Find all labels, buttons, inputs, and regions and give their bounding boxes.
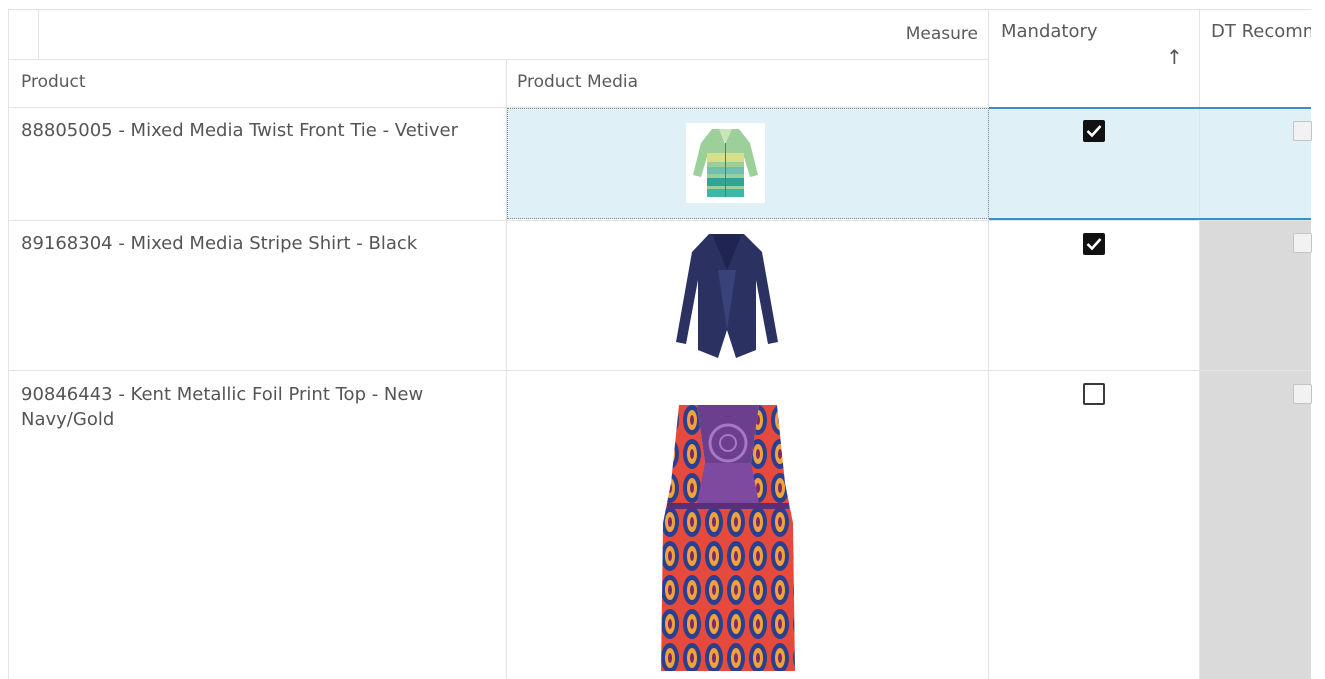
sort-ascending-icon[interactable]: ↑: [1166, 45, 1183, 69]
mandatory-checkbox[interactable]: [1083, 233, 1105, 255]
selected-row-top-border: [989, 107, 1311, 109]
column-header-dt-recommended-clip: DT Recomm: [1200, 10, 1311, 50]
mandatory-checkbox[interactable]: [1083, 383, 1105, 405]
column-header-dt-recommended[interactable]: DT Recomm: [1211, 21, 1311, 42]
right-edge-strip: [1311, 0, 1325, 679]
measure-header-label: Measure: [905, 24, 978, 44]
product-cell: 88805005 - Mixed Media Twist Front Tie -…: [21, 120, 458, 141]
column-header-product[interactable]: Product: [21, 72, 86, 92]
product-cell: 89168304 - Mixed Media Stripe Shirt - Bl…: [21, 233, 418, 254]
dt-recommended-checkbox: [1293, 384, 1312, 404]
product-image-patterned-tank[interactable]: [659, 403, 797, 675]
product-image-green-cardigan[interactable]: [686, 123, 765, 203]
product-cell-line-2: Navy/Gold: [21, 409, 115, 430]
disabled-column-background: [1200, 220, 1311, 679]
dt-recommended-checkbox: [1293, 121, 1312, 141]
column-header-mandatory[interactable]: Mandatory: [1001, 21, 1098, 42]
column-header-product-media[interactable]: Product Media: [517, 72, 638, 92]
selected-row-bottom-border: [989, 218, 1311, 220]
dt-recommended-checkbox: [1293, 233, 1312, 253]
mandatory-checkbox[interactable]: [1083, 120, 1105, 142]
product-cell-line-1: 90846443 - Kent Metallic Foil Print Top …: [21, 384, 424, 405]
product-image-navy-cardigan[interactable]: [674, 230, 780, 362]
